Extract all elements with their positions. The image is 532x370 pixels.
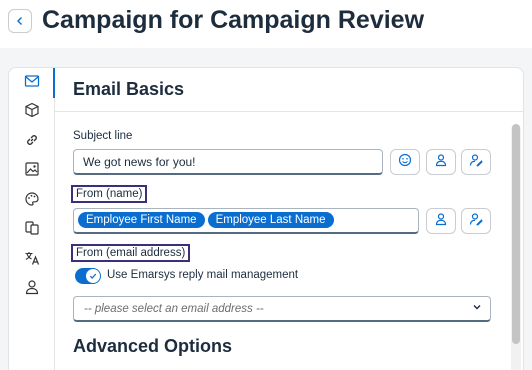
from-name-tokens: Employee First Name Employee Last Name — [78, 212, 337, 228]
email-address-select[interactable]: -- please select an email address -- — [73, 296, 491, 322]
back-button[interactable] — [8, 9, 32, 33]
page-title: Campaign for Campaign Review — [42, 6, 425, 34]
email-icon — [24, 73, 40, 94]
from-name-label: From (name) — [71, 185, 148, 203]
emoji-icon — [398, 153, 412, 172]
rail-item-copy[interactable] — [21, 219, 43, 241]
rail-item-person[interactable] — [21, 278, 43, 300]
personalize-edit-icon — [469, 153, 483, 172]
rail-item-cube[interactable] — [21, 101, 43, 123]
toggle-knob — [86, 269, 100, 283]
personalize-edit-icon — [469, 212, 483, 231]
subject-line-input[interactable]: We got news for you! — [73, 149, 383, 175]
palette-icon — [24, 191, 40, 212]
personalize-icon — [434, 153, 448, 172]
email-address-select-placeholder: -- please select an email address -- — [84, 303, 264, 315]
reply-mail-toggle-label: Use Emarsys reply mail management — [107, 269, 299, 281]
reply-mail-toggle[interactable] — [75, 268, 101, 284]
top-bar: Campaign for Campaign Review — [0, 0, 532, 48]
copy-icon — [24, 220, 40, 241]
rail-item-translate[interactable] — [21, 249, 43, 271]
from-email-label: From (email address) — [71, 244, 191, 262]
from-name-personalize-edit-button[interactable] — [461, 208, 491, 234]
token-employee-first-name[interactable]: Employee First Name — [78, 212, 205, 228]
advanced-options-title: Advanced Options — [73, 336, 233, 356]
from-name-input[interactable]: Employee First Name Employee Last Name — [73, 208, 419, 234]
rail-item-link[interactable] — [21, 131, 43, 153]
person-icon — [24, 279, 40, 300]
rail-item-palette[interactable] — [21, 190, 43, 212]
email-basics-form: Subject line We got news for you! From (… — [55, 112, 523, 370]
emoji-button[interactable] — [390, 149, 420, 175]
subject-line-label: Subject line — [73, 130, 133, 142]
translate-icon — [24, 250, 41, 271]
chevron-down-icon — [472, 302, 482, 315]
rail-item-images[interactable] — [21, 160, 43, 182]
from-name-personalize-button[interactable] — [426, 208, 456, 234]
section-title: Email Basics — [73, 79, 185, 99]
personalize-icon — [434, 212, 448, 231]
cube-icon — [24, 102, 40, 123]
personalize-edit-button[interactable] — [461, 149, 491, 175]
section-nav-rail — [9, 68, 55, 370]
scrollbar-thumb[interactable] — [512, 124, 520, 344]
email-basics-card: Email Basics Subject line We got news fo… — [8, 67, 524, 370]
personalize-button[interactable] — [426, 149, 456, 175]
rail-item-email[interactable] — [21, 72, 43, 94]
section-header: Email Basics — [55, 68, 523, 112]
token-employee-last-name[interactable]: Employee Last Name — [207, 212, 334, 228]
scrollbar[interactable] — [511, 124, 521, 370]
link-icon — [24, 132, 40, 153]
images-icon — [24, 161, 40, 182]
chevron-left-icon — [15, 14, 25, 29]
